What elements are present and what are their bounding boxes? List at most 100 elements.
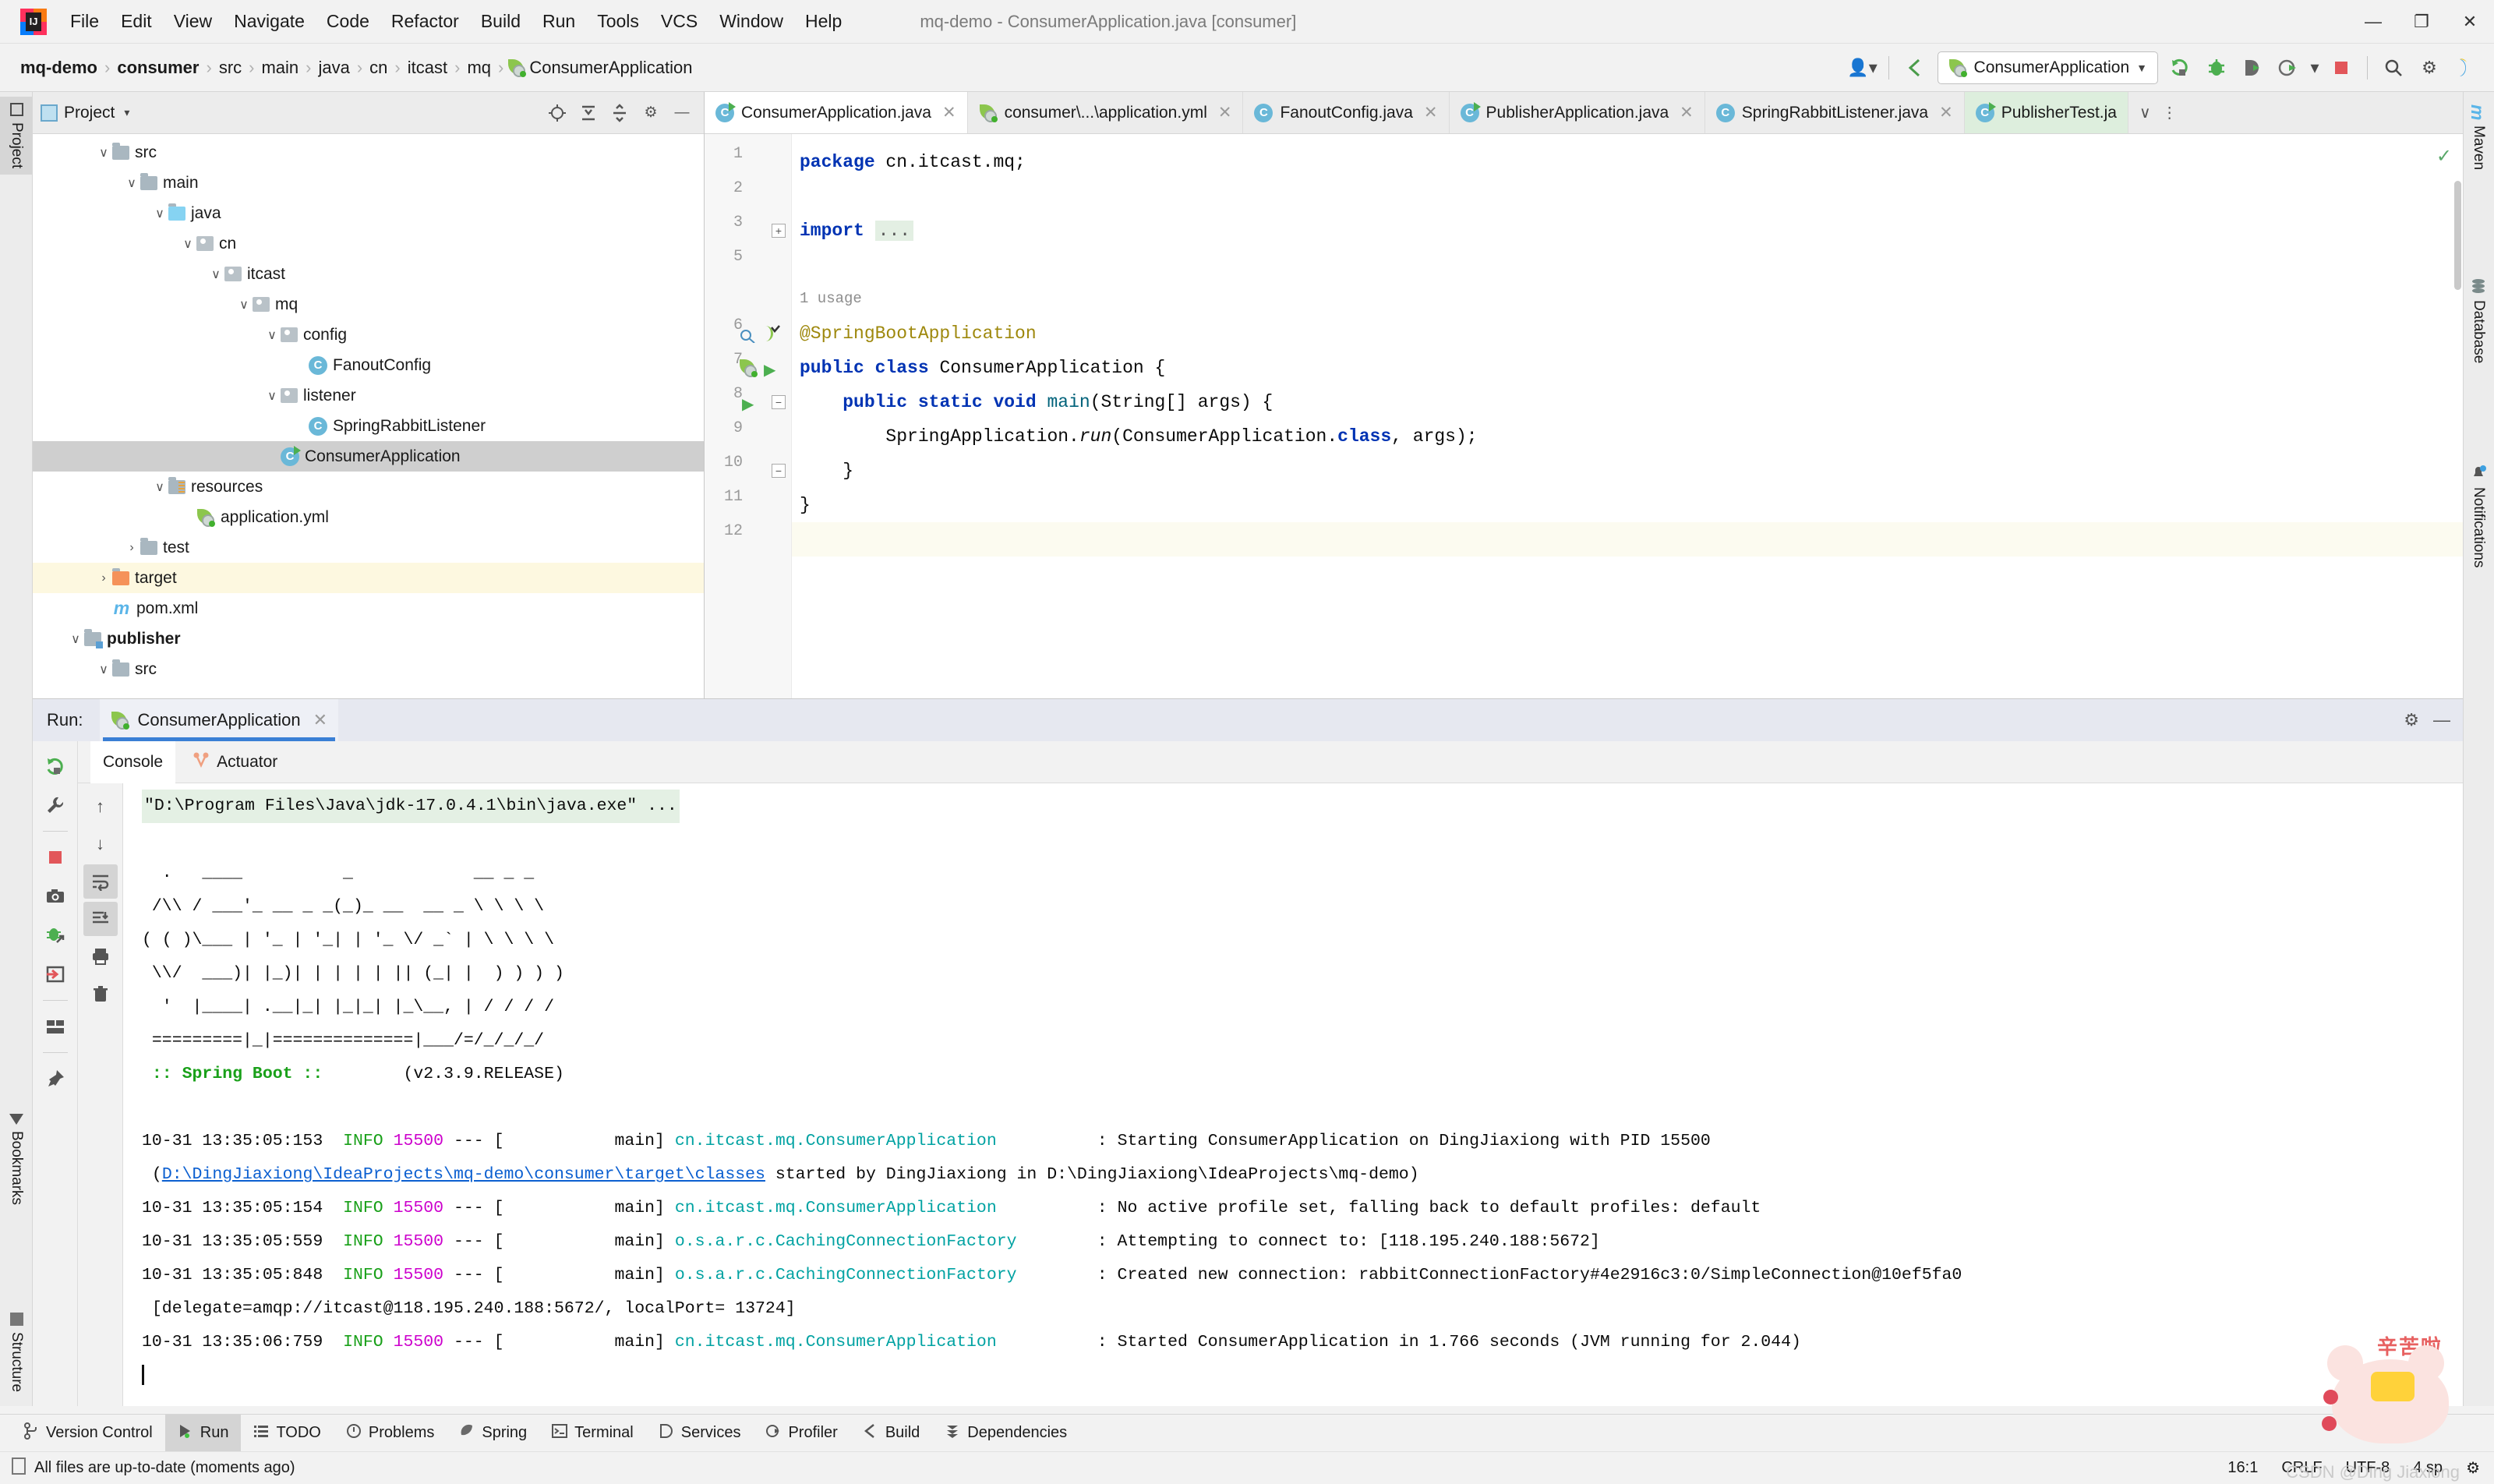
menu-navigate[interactable]: Navigate bbox=[223, 8, 316, 35]
chevron-down-icon[interactable]: ∨ bbox=[263, 388, 281, 404]
menu-refactor[interactable]: Refactor bbox=[380, 8, 470, 35]
status-caret-position[interactable]: 16:1 bbox=[2227, 1459, 2258, 1477]
menu-edit[interactable]: Edit bbox=[110, 8, 163, 35]
editor-tab-springrabbitlistener-java[interactable]: CSpringRabbitListener.java✕ bbox=[1705, 92, 1965, 133]
scroll-to-end-icon[interactable] bbox=[83, 902, 118, 936]
stop-icon[interactable] bbox=[38, 840, 72, 874]
tool-window-button-spring[interactable]: Spring bbox=[447, 1415, 539, 1452]
camera-icon[interactable] bbox=[38, 879, 72, 913]
menu-file[interactable]: File bbox=[59, 8, 110, 35]
run-with-coverage-icon[interactable] bbox=[2234, 50, 2270, 86]
close-icon[interactable]: ✕ bbox=[1939, 103, 1953, 122]
fold-expand-icon[interactable]: + bbox=[705, 223, 786, 238]
fold-collapse-icon[interactable]: − bbox=[705, 394, 786, 410]
tree-node-src[interactable]: ∨src bbox=[33, 654, 704, 684]
search-icon[interactable] bbox=[2376, 50, 2411, 86]
editor-tab-publisherapplication-java[interactable]: CPublisherApplication.java✕ bbox=[1450, 92, 1705, 133]
sidebar-item-notifications[interactable]: Notifications bbox=[2463, 458, 2494, 574]
tree-node-cn[interactable]: ∨cn bbox=[33, 228, 704, 259]
hide-panel-icon[interactable]: — bbox=[668, 99, 696, 127]
breadcrumb-consumerapplication[interactable]: ConsumerApplication bbox=[526, 58, 695, 78]
tree-node-listener[interactable]: ∨listener bbox=[33, 380, 704, 411]
layout-icon[interactable] bbox=[38, 1009, 72, 1044]
scroll-up-icon[interactable]: ↑ bbox=[83, 790, 118, 824]
breadcrumb-itcast[interactable]: itcast bbox=[404, 58, 450, 78]
close-button[interactable]: ✕ bbox=[2446, 0, 2494, 44]
tree-node-mq[interactable]: ∨mq bbox=[33, 289, 704, 320]
breadcrumb-consumer[interactable]: consumer bbox=[114, 58, 202, 78]
tree-node-test[interactable]: ›test bbox=[33, 532, 704, 563]
editor-tab-fanoutconfig-java[interactable]: CFanoutConfig.java✕ bbox=[1243, 92, 1449, 133]
collapse-all-icon[interactable] bbox=[606, 99, 634, 127]
editor-gutter[interactable]: 12356789101112+▶▶−− bbox=[705, 134, 792, 698]
more-options-icon[interactable]: ⋮ bbox=[2162, 103, 2178, 122]
chevron-down-icon[interactable]: ∨ bbox=[263, 327, 281, 343]
chevron-down-icon[interactable]: ∨ bbox=[235, 297, 253, 313]
gear-icon[interactable]: ⚙ bbox=[637, 99, 665, 127]
tree-node-java[interactable]: ∨java bbox=[33, 198, 704, 228]
usage-hint[interactable]: 1 usage bbox=[800, 290, 862, 307]
chevron-down-icon[interactable]: ▾ bbox=[2306, 50, 2323, 86]
trash-icon[interactable] bbox=[83, 977, 118, 1011]
close-icon[interactable]: ✕ bbox=[1424, 103, 1438, 122]
close-icon[interactable]: ✕ bbox=[942, 103, 956, 122]
tree-node-fanoutconfig[interactable]: CFanoutConfig bbox=[33, 350, 704, 380]
debug-icon[interactable] bbox=[2199, 50, 2234, 86]
editor-tab-publishertest-ja[interactable]: CPublisherTest.ja bbox=[1965, 92, 2128, 133]
status-gear-icon[interactable]: ⚙ bbox=[2466, 1458, 2480, 1478]
maximize-button[interactable]: ❐ bbox=[2397, 0, 2446, 44]
spring-inspection-icon[interactable] bbox=[705, 324, 781, 348]
scroll-down-icon[interactable]: ↓ bbox=[83, 827, 118, 861]
sidebar-item-structure[interactable]: Structure bbox=[0, 1306, 33, 1398]
tool-window-button-profiler[interactable]: Profiler bbox=[753, 1415, 850, 1452]
code-content[interactable]: 1 usagepackage cn.itcast.mq;import ...@S… bbox=[792, 134, 2463, 698]
log-path-link[interactable]: D:\DingJiaxiong\IdeaProjects\mq-demo\con… bbox=[162, 1165, 765, 1184]
chevron-down-icon[interactable]: ∨ bbox=[2139, 103, 2151, 122]
breadcrumb-mq-demo[interactable]: mq-demo bbox=[17, 58, 101, 78]
tool-window-button-build[interactable]: Build bbox=[850, 1415, 932, 1452]
tree-node-itcast[interactable]: ∨itcast bbox=[33, 259, 704, 289]
soft-wrap-icon[interactable] bbox=[83, 864, 118, 899]
close-icon[interactable]: ✕ bbox=[1218, 103, 1232, 122]
tree-node-src[interactable]: ∨src bbox=[33, 137, 704, 168]
tree-node-consumerapplication[interactable]: CConsumerApplication bbox=[33, 441, 704, 472]
chevron-down-icon[interactable]: ∨ bbox=[95, 145, 112, 161]
minimize-button[interactable]: — bbox=[2349, 0, 2397, 44]
print-icon[interactable] bbox=[83, 939, 118, 973]
menu-vcs[interactable]: VCS bbox=[650, 8, 708, 35]
run-tab-consumerapplication[interactable]: ConsumerApplication ✕ bbox=[100, 699, 338, 741]
profiler-icon[interactable] bbox=[2270, 50, 2306, 86]
tree-node-config[interactable]: ∨config bbox=[33, 320, 704, 350]
sidebar-item-maven[interactable]: m Maven bbox=[2463, 98, 2494, 176]
breadcrumb-cn[interactable]: cn bbox=[366, 58, 390, 78]
pin-icon[interactable] bbox=[38, 1062, 72, 1096]
editor-scrollbar[interactable] bbox=[2454, 181, 2461, 290]
menu-tools[interactable]: Tools bbox=[586, 8, 650, 35]
menu-run[interactable]: Run bbox=[532, 8, 586, 35]
close-icon[interactable]: ✕ bbox=[313, 710, 327, 730]
tree-node-main[interactable]: ∨main bbox=[33, 168, 704, 198]
chevron-down-icon[interactable]: ▾ bbox=[124, 106, 129, 119]
chevron-right-icon[interactable]: › bbox=[123, 541, 140, 555]
updates-icon[interactable] bbox=[2447, 50, 2483, 86]
chevron-down-icon[interactable]: ∨ bbox=[151, 206, 168, 221]
chevron-right-icon[interactable]: › bbox=[95, 571, 112, 585]
settings-icon[interactable]: ⚙ bbox=[2411, 50, 2447, 86]
tree-node-application-yml[interactable]: application.yml bbox=[33, 502, 704, 532]
tool-window-button-dependencies[interactable]: Dependencies bbox=[932, 1415, 1079, 1452]
debug-attach-icon[interactable] bbox=[38, 918, 72, 952]
run-icon[interactable] bbox=[2163, 50, 2199, 86]
stop-icon[interactable] bbox=[2323, 50, 2359, 86]
tool-window-button-run[interactable]: Run bbox=[165, 1415, 242, 1452]
chevron-down-icon[interactable]: ∨ bbox=[67, 631, 84, 647]
run-gutter-icon[interactable]: ▶ bbox=[705, 360, 775, 380]
tree-node-target[interactable]: ›target bbox=[33, 563, 704, 593]
menu-window[interactable]: Window bbox=[708, 8, 794, 35]
breadcrumb-main[interactable]: main bbox=[258, 58, 302, 78]
tab-actuator[interactable]: Actuator bbox=[180, 741, 290, 783]
wrench-icon[interactable] bbox=[38, 788, 72, 822]
tree-node-resources[interactable]: ∨resources bbox=[33, 472, 704, 502]
locate-file-icon[interactable] bbox=[543, 99, 571, 127]
tree-node-springrabbitlistener[interactable]: CSpringRabbitListener bbox=[33, 411, 704, 441]
tree-node-pom-xml[interactable]: mpom.xml bbox=[33, 593, 704, 624]
